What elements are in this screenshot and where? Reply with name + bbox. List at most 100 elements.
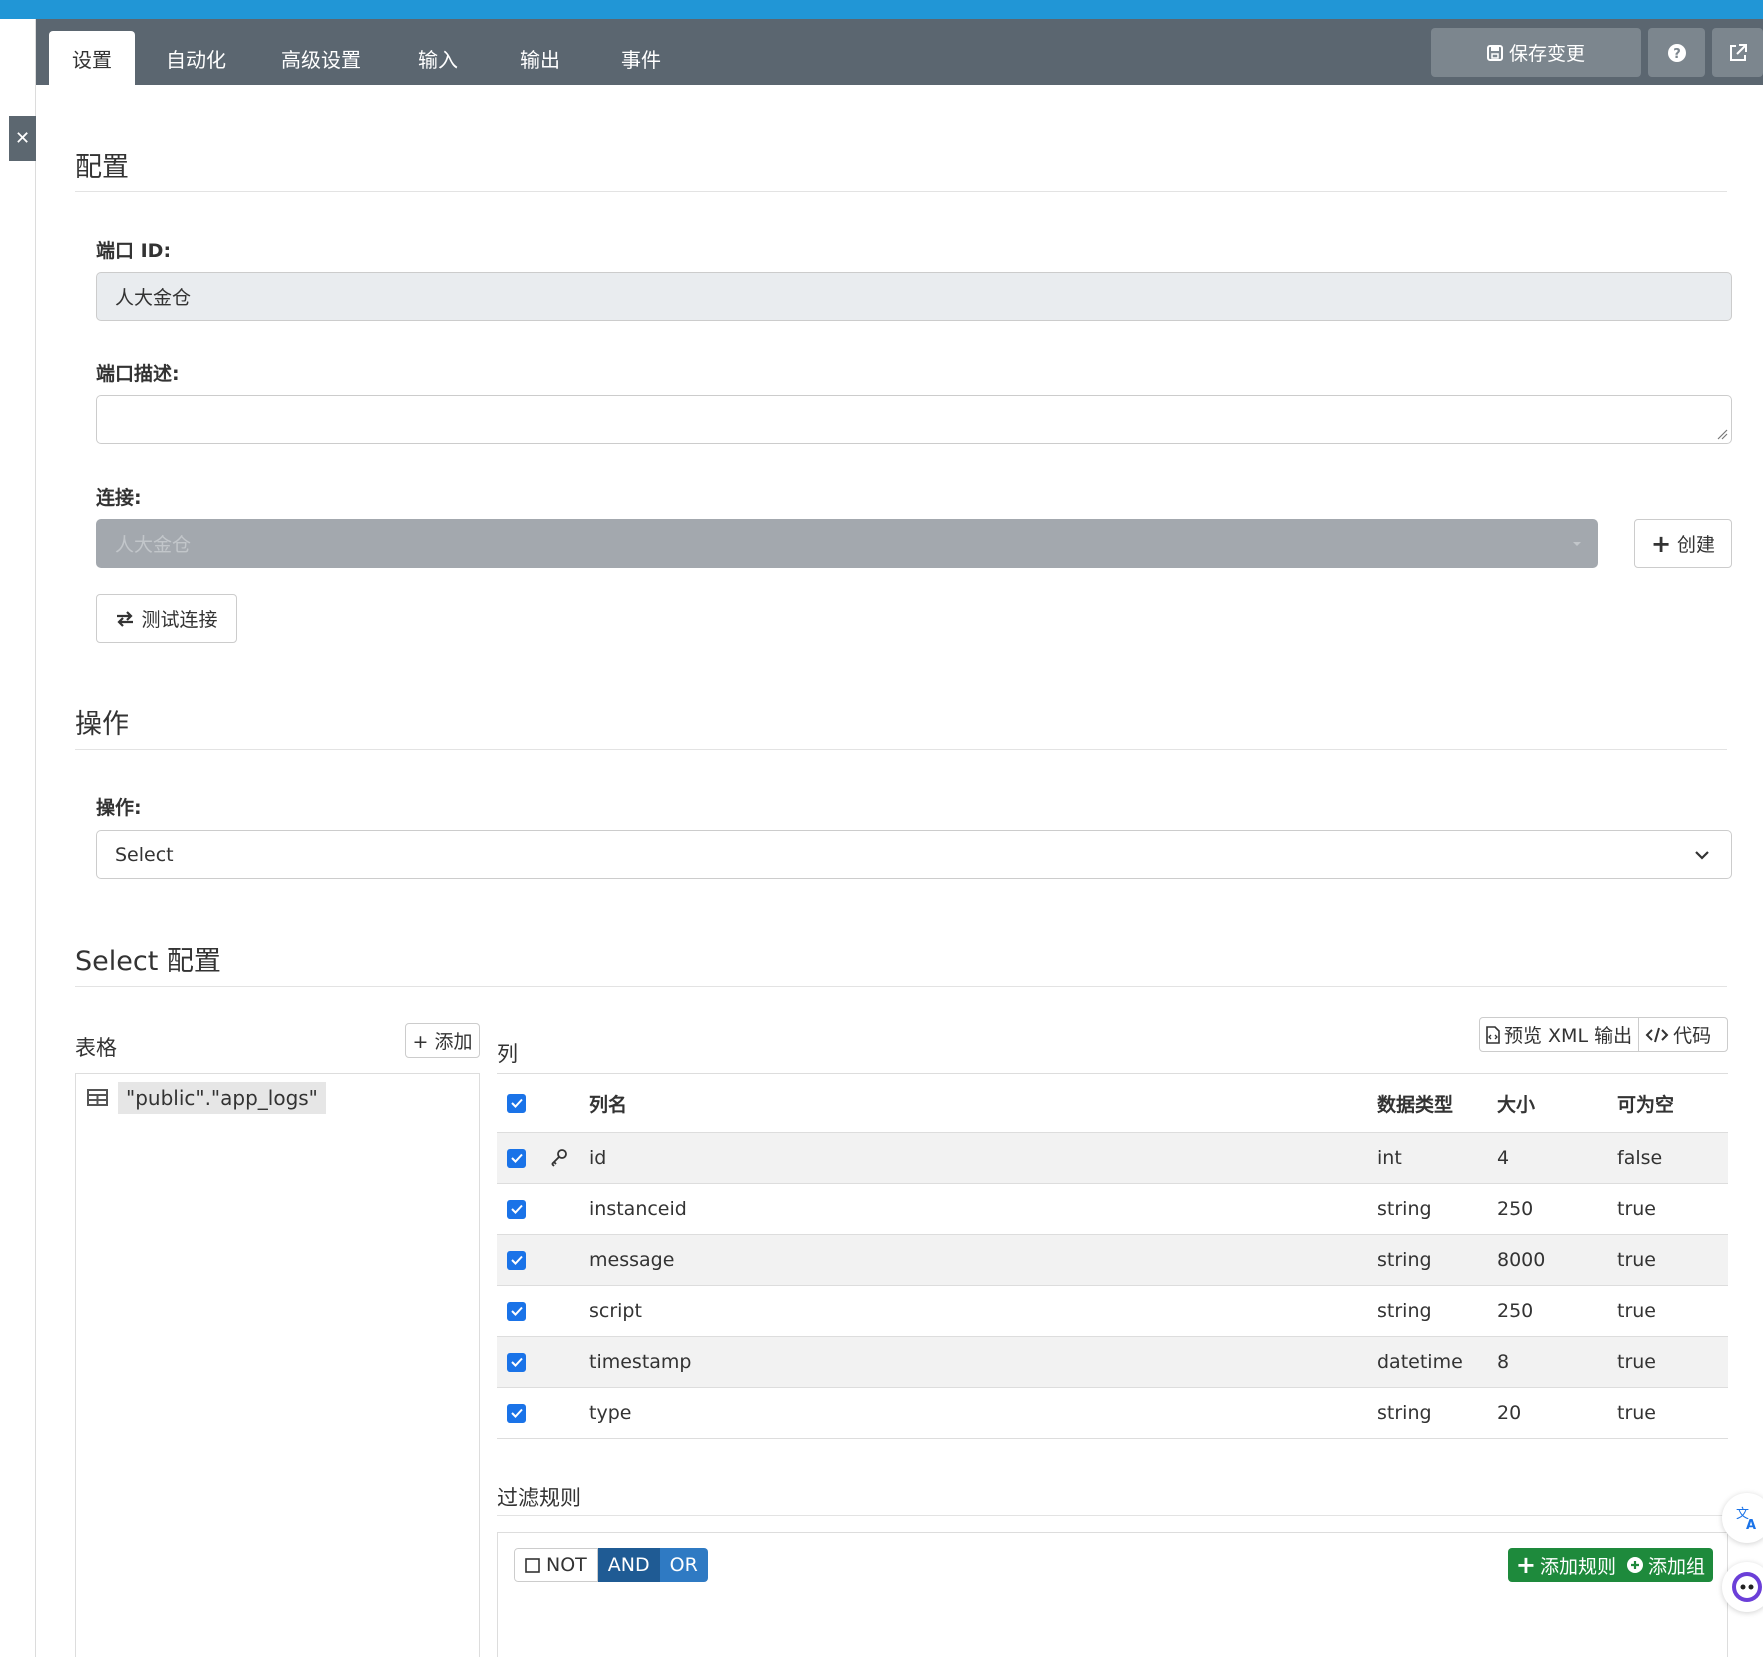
tab-label: 自动化	[166, 47, 226, 72]
table-row[interactable]: message string 8000 true	[497, 1234, 1728, 1285]
table-row[interactable]: instanceid string 250 true	[497, 1183, 1728, 1234]
operation-select[interactable]: Select	[96, 830, 1732, 879]
check-icon	[507, 1352, 526, 1372]
connection-select: 人大金仓	[96, 519, 1598, 568]
column-nullable: true	[1617, 1300, 1656, 1322]
select-all-checkbox[interactable]	[507, 1074, 526, 1132]
table-row[interactable]: type string 20 true	[497, 1387, 1728, 1438]
header-name: 列名	[589, 1093, 628, 1116]
column-name: timestamp	[589, 1351, 692, 1373]
create-label: 创建	[1677, 534, 1716, 556]
open-external-button[interactable]	[1712, 28, 1763, 77]
add-table-button[interactable]: + 添加	[405, 1023, 480, 1058]
tab-advanced[interactable]: 高级设置	[261, 31, 381, 85]
assistant-icon	[1732, 1572, 1762, 1602]
table-row[interactable]: timestamp datetime 8 true	[497, 1336, 1728, 1387]
help-icon: ?	[1667, 43, 1686, 62]
left-gutter	[0, 19, 36, 1657]
code-label: 代码	[1673, 1025, 1712, 1047]
tab-settings[interactable]: 设置	[49, 31, 135, 85]
plus-icon: +	[1515, 1551, 1536, 1579]
table-name: "public"."app_logs"	[118, 1081, 326, 1114]
column-nullable: true	[1617, 1351, 1656, 1373]
connection-value: 人大金仓	[115, 534, 192, 556]
columns-header: 列名 数据类型 大小 可为空	[497, 1073, 1728, 1132]
row-checkbox[interactable]	[507, 1286, 526, 1336]
tables-label: 表格	[75, 1036, 117, 1060]
test-connection-label: 测试连接	[141, 609, 218, 631]
and-toggle[interactable]: AND	[597, 1548, 660, 1582]
tab-label: 设置	[72, 47, 112, 72]
operation-title: 操作	[75, 709, 129, 740]
column-size: 8000	[1497, 1249, 1546, 1271]
assistant-button[interactable]	[1722, 1562, 1763, 1612]
divider	[75, 986, 1727, 987]
column-nullable: true	[1617, 1249, 1656, 1271]
close-panel-button[interactable]: ✕	[9, 116, 36, 161]
save-changes-button[interactable]: 保存变更	[1431, 28, 1641, 77]
tab-input[interactable]: 输入	[398, 31, 478, 85]
check-icon	[507, 1199, 526, 1219]
filter-label: 过滤规则	[497, 1486, 581, 1510]
close-icon: ✕	[14, 128, 31, 149]
file-code-icon	[1486, 1025, 1500, 1044]
tab-output[interactable]: 输出	[500, 31, 580, 85]
port-desc-textarea[interactable]	[96, 395, 1732, 444]
tables-panel: "public"."app_logs"	[75, 1073, 480, 1657]
plus-icon: +	[1650, 529, 1672, 558]
row-checkbox[interactable]	[507, 1337, 526, 1387]
column-type: int	[1377, 1147, 1402, 1169]
divider	[75, 749, 1727, 750]
check-icon	[507, 1403, 526, 1423]
create-connection-button[interactable]: + 创建	[1634, 519, 1732, 568]
port-id-field: 人大金仓	[96, 272, 1732, 321]
column-nullable: true	[1617, 1402, 1656, 1424]
and-label: AND	[607, 1554, 650, 1576]
test-connection-button[interactable]: 测试连接	[96, 594, 237, 643]
table-item[interactable]: "public"."app_logs"	[87, 1080, 326, 1115]
resize-grip-icon[interactable]	[1716, 428, 1728, 440]
translate-button[interactable]: 文A	[1722, 1493, 1763, 1543]
not-toggle[interactable]: NOT	[514, 1548, 598, 1582]
row-checkbox[interactable]	[507, 1184, 526, 1234]
port-desc-label: 端口描述:	[96, 363, 180, 385]
preview-xml-button[interactable]: 预览 XML 输出	[1480, 1018, 1640, 1051]
check-icon	[507, 1148, 526, 1168]
add-group-button[interactable]: 添加组	[1626, 1552, 1705, 1579]
tab-label: 输入	[418, 47, 458, 72]
help-button[interactable]: ?	[1648, 28, 1705, 77]
tab-events[interactable]: 事件	[601, 31, 681, 85]
tab-automation[interactable]: 自动化	[146, 31, 246, 85]
filter-builder: NOT AND OR + 添加规则 添加组	[497, 1532, 1728, 1657]
preview-xml-label: 预览 XML 输出	[1504, 1025, 1633, 1047]
preview-code-group: 预览 XML 输出 代码	[1479, 1017, 1728, 1052]
add-rule-button[interactable]: + 添加规则	[1516, 1551, 1616, 1579]
column-name: instanceid	[589, 1198, 687, 1220]
check-icon	[507, 1301, 526, 1321]
or-toggle[interactable]: OR	[659, 1548, 708, 1582]
column-type: string	[1377, 1249, 1432, 1271]
row-checkbox[interactable]	[507, 1235, 526, 1285]
column-name: message	[589, 1249, 675, 1271]
code-icon	[1645, 1027, 1669, 1042]
chevron-down-icon	[1695, 851, 1709, 860]
table-row[interactable]: id int 4 false	[497, 1132, 1728, 1183]
header-size: 大小	[1497, 1093, 1536, 1116]
operation-value: Select	[115, 843, 174, 866]
table-row[interactable]: script string 250 true	[497, 1285, 1728, 1336]
or-label: OR	[669, 1554, 698, 1576]
save-label: 保存变更	[1508, 43, 1585, 65]
column-type: string	[1377, 1198, 1432, 1220]
code-button[interactable]: 代码	[1639, 1018, 1717, 1051]
rule-actions: + 添加规则 添加组	[1507, 1548, 1713, 1582]
tab-label: 高级设置	[281, 47, 361, 72]
checkbox-icon	[525, 1557, 540, 1573]
row-checkbox[interactable]	[507, 1133, 526, 1183]
column-size: 8	[1497, 1351, 1510, 1373]
caret-down-icon	[1573, 542, 1581, 546]
row-checkbox[interactable]	[507, 1388, 526, 1438]
column-nullable: true	[1617, 1198, 1656, 1220]
port-id-label: 端口 ID:	[96, 240, 172, 262]
column-type: datetime	[1377, 1351, 1463, 1373]
port-id-value: 人大金仓	[115, 287, 192, 309]
